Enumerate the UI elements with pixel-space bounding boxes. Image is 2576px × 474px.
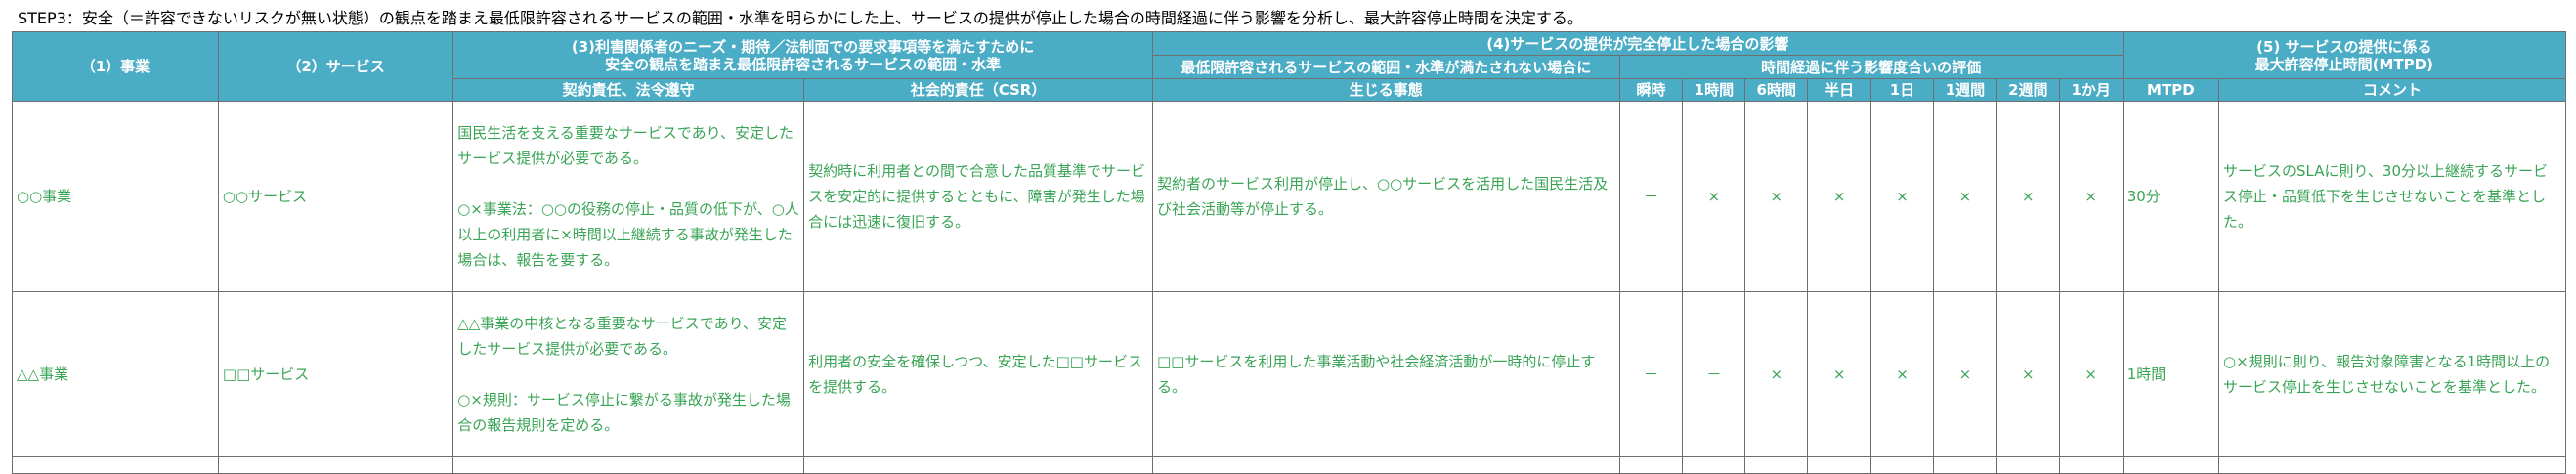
business-cell: ○○事業: [12, 101, 219, 292]
mtpd-analysis-table: （1）事業 （2）サービス (3)利害関係者のニーズ・期待／法制面での要求事項等…: [12, 31, 2567, 474]
header-mtpd-group-line2: 最大許容停止時間(MTPD): [2254, 55, 2433, 73]
header-mtpd: MTPD: [2122, 78, 2220, 102]
service-cell: □□サービス: [217, 291, 454, 457]
empty-cell: [12, 456, 219, 474]
impact-6h: ×: [1744, 291, 1809, 457]
impact-instant: －: [1618, 291, 1684, 457]
comment-cell: サービスのSLAに則り、30分以上継続するサービス停止・品質低下を生じさせないこ…: [2218, 101, 2566, 292]
empty-cell: [1932, 456, 1997, 474]
header-csr: 社会的責任（CSR）: [803, 78, 1153, 102]
header-events-line1: 最低限許容されるサービスの範囲・水準が満たされない場合に: [1152, 55, 1620, 79]
empty-cell: [217, 456, 454, 474]
empty-cell: [1152, 456, 1620, 474]
contract-law-text: ○×規則：サービス停止に繋がる事故が発生した場合の報告規則を定める。: [457, 391, 791, 434]
empty-cell: [1807, 456, 1872, 474]
empty-cell: [1996, 456, 2060, 474]
comment-cell: ○×規則に則り、報告対象障害となる1時間以上のサービス停止を生じさせないことを基…: [2218, 291, 2566, 457]
step-instruction: STEP3：安全（＝許容できないリスクが無い状態）の観点を踏まえ最低限許容される…: [18, 9, 1583, 27]
impact-1d: ×: [1870, 291, 1934, 457]
empty-cell: [2058, 456, 2124, 474]
contract-law-text: ○×事業法：○○の役務の停止・品質の低下が、○人以上の利用者に×時間以上継続する…: [457, 200, 799, 269]
header-time-1w: 1週間: [1932, 78, 1997, 102]
impact-6h: ×: [1744, 101, 1809, 292]
table-row: ○○事業 ○○サービス 国民生活を支える重要なサービスであり、安定したサービス提…: [12, 101, 2566, 292]
impact-1h: －: [1682, 291, 1746, 457]
header-time-6h: 6時間: [1744, 78, 1809, 102]
impact-instant: －: [1618, 101, 1684, 292]
header-time-halfday: 半日: [1807, 78, 1872, 102]
events-cell: □□サービスを利用した事業活動や社会経済活動が一時的に停止する。: [1152, 291, 1620, 457]
impact-2w: ×: [1996, 291, 2060, 457]
impact-1m: ×: [2058, 101, 2124, 292]
table-row-empty: [12, 456, 2566, 474]
header-mtpd-group-line1: (5) サービスの提供に係る: [2256, 37, 2432, 56]
empty-cell: [803, 456, 1153, 474]
empty-cell: [1682, 456, 1746, 474]
header-impact: (4)サービスの提供が完全停止した場合の影響: [1152, 31, 2124, 56]
header-time-instant: 瞬時: [1618, 78, 1684, 102]
contract-text: △△事業の中核となる重要なサービスであり、安定したサービス提供が必要である。: [457, 315, 788, 358]
header-time-eval: 時間経過に伴う影響度合いの評価: [1618, 55, 2124, 79]
impact-1d: ×: [1870, 101, 1934, 292]
empty-cell: [1618, 456, 1684, 474]
header-time-1d: 1日: [1870, 78, 1934, 102]
impact-halfday: ×: [1807, 291, 1872, 457]
header-requirements-line2: 安全の観点を踏まえ最低限許容されるサービスの範囲・水準: [605, 55, 1002, 73]
contract-cell: △△事業の中核となる重要なサービスであり、安定したサービス提供が必要である。 ○…: [452, 291, 805, 457]
header-requirements-line1: (3)利害関係者のニーズ・期待／法制面での要求事項等を満たすために: [571, 37, 1035, 56]
mtpd-cell: 1時間: [2122, 291, 2220, 457]
header-comment: コメント: [2218, 78, 2566, 102]
impact-halfday: ×: [1807, 101, 1872, 292]
contract-cell: 国民生活を支える重要なサービスであり、安定したサービス提供が必要である。 ○×事…: [452, 101, 805, 292]
header-time-1m: 1か月: [2058, 78, 2124, 102]
header-service: （2）サービス: [217, 31, 454, 102]
business-cell: △△事業: [12, 291, 219, 457]
contract-text: 国民生活を支える重要なサービスであり、安定したサービス提供が必要である。: [457, 124, 794, 167]
impact-1w: ×: [1932, 291, 1997, 457]
table-row: △△事業 □□サービス △△事業の中核となる重要なサービスであり、安定したサービ…: [12, 291, 2566, 457]
impact-1m: ×: [2058, 291, 2124, 457]
impact-1w: ×: [1932, 101, 1997, 292]
header-mtpd-group: (5) サービスの提供に係る 最大許容停止時間(MTPD): [2122, 31, 2567, 79]
impact-1h: ×: [1682, 101, 1746, 292]
header-business: （1）事業: [12, 31, 219, 102]
impact-2w: ×: [1996, 101, 2060, 292]
empty-cell: [452, 456, 805, 474]
header-events-line2: 生じる事態: [1152, 78, 1620, 102]
events-cell: 契約者のサービス利用が停止し、○○サービスを活用した国民生活及び社会活動等が停止…: [1152, 101, 1620, 292]
mtpd-cell: 30分: [2122, 101, 2220, 292]
empty-cell: [2122, 456, 2220, 474]
csr-cell: 契約時に利用者との間で合意した品質基準でサービスを安定的に提供するとともに、障害…: [803, 101, 1153, 292]
header-requirements: (3)利害関係者のニーズ・期待／法制面での要求事項等を満たすために 安全の観点を…: [452, 31, 1153, 79]
header-time-1h: 1時間: [1682, 78, 1746, 102]
service-cell: ○○サービス: [217, 101, 454, 292]
header-time-2w: 2週間: [1996, 78, 2060, 102]
empty-cell: [1870, 456, 1934, 474]
csr-cell: 利用者の安全を確保しつつ、安定した□□サービスを提供する。: [803, 291, 1153, 457]
empty-cell: [2218, 456, 2566, 474]
empty-cell: [1744, 456, 1809, 474]
header-contract: 契約責任、法令遵守: [452, 78, 805, 102]
